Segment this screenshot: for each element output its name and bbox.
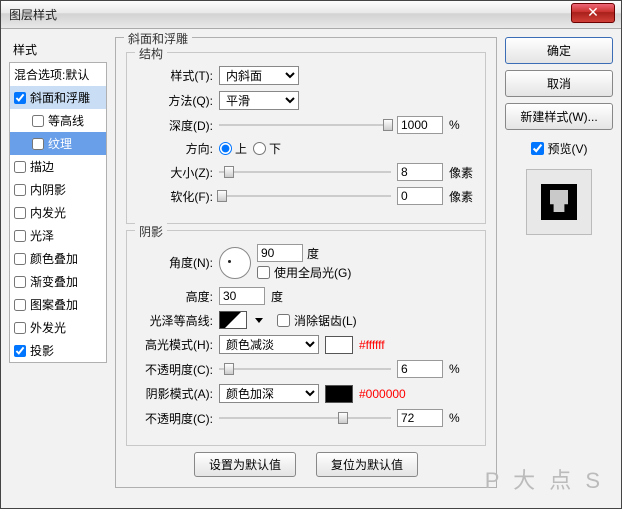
- sidebar-item-gradientoverlay[interactable]: 渐变叠加: [10, 270, 106, 293]
- check-gradientoverlay[interactable]: [14, 276, 26, 288]
- shadow-opacity-input[interactable]: [397, 409, 443, 427]
- soften-slider[interactable]: [219, 188, 391, 204]
- close-button[interactable]: ✕: [571, 3, 615, 23]
- highlight-opacity-input[interactable]: [397, 360, 443, 378]
- center-panel: 斜面和浮雕 结构 样式(T): 内斜面 方法(Q): 平滑 深度(D):: [115, 37, 497, 500]
- preview-check[interactable]: [531, 142, 544, 155]
- style-select[interactable]: 内斜面: [219, 66, 299, 85]
- size-input[interactable]: [397, 163, 443, 181]
- sidebar-header: 样式: [9, 37, 107, 62]
- shadow-color-swatch[interactable]: [325, 385, 353, 403]
- sidebar-item-contour[interactable]: 等高线: [10, 109, 106, 132]
- sidebar-item-dropshadow[interactable]: 投影: [10, 339, 106, 362]
- method-label: 方法(Q):: [135, 92, 213, 109]
- sidebar-item-stroke[interactable]: 描边: [10, 155, 106, 178]
- sidebar-item-innerglow[interactable]: 内发光: [10, 201, 106, 224]
- highlight-mode-select[interactable]: 颜色减淡: [219, 335, 319, 354]
- shading-legend: 阴影: [135, 223, 167, 240]
- sidebar-item-bevel[interactable]: 斜面和浮雕: [10, 86, 106, 109]
- altitude-label: 高度:: [135, 288, 213, 305]
- highlight-opacity-slider[interactable]: [219, 361, 391, 377]
- check-dropshadow[interactable]: [14, 345, 26, 357]
- size-slider[interactable]: [219, 164, 391, 180]
- cancel-button[interactable]: 取消: [505, 70, 613, 97]
- dialog-body: 样式 混合选项:默认 斜面和浮雕 等高线 纹理 描边 内阴影 内发光 光泽 颜色…: [1, 29, 621, 508]
- method-select[interactable]: 平滑: [219, 91, 299, 110]
- sidebar-item-patternoverlay[interactable]: 图案叠加: [10, 293, 106, 316]
- style-list: 混合选项:默认 斜面和浮雕 等高线 纹理 描边 内阴影 内发光 光泽 颜色叠加 …: [9, 62, 107, 363]
- size-label: 大小(Z):: [135, 164, 213, 181]
- angle-dial[interactable]: [219, 247, 251, 279]
- shadow-mode-select[interactable]: 颜色加深: [219, 384, 319, 403]
- depth-label: 深度(D):: [135, 117, 213, 134]
- gloss-label: 光泽等高线:: [135, 312, 213, 329]
- structure-legend: 结构: [135, 45, 167, 62]
- right-column: 确定 取消 新建样式(W)... 预览(V): [505, 37, 613, 500]
- style-label: 样式(T):: [135, 67, 213, 84]
- shading-group: 阴影 角度(N): 度 使用全局光(G) 高度:: [126, 230, 486, 446]
- ok-button[interactable]: 确定: [505, 37, 613, 64]
- highlight-opacity-label: 不透明度(C):: [135, 361, 213, 378]
- highlight-hex: #ffffff: [359, 338, 385, 352]
- shadow-opacity-label: 不透明度(C):: [135, 410, 213, 427]
- antialias-check[interactable]: [277, 314, 290, 327]
- depth-slider[interactable]: [219, 117, 391, 133]
- highlight-color-swatch[interactable]: [325, 336, 353, 354]
- gloss-contour-picker[interactable]: [219, 311, 247, 329]
- shadow-hex: #000000: [359, 387, 406, 401]
- shadow-mode-label: 阴影模式(A):: [135, 385, 213, 402]
- check-bevel[interactable]: [14, 92, 26, 104]
- sidebar-item-blend[interactable]: 混合选项:默认: [10, 63, 106, 86]
- preview-icon: [541, 184, 577, 220]
- check-stroke[interactable]: [14, 161, 26, 173]
- check-innerglow[interactable]: [14, 207, 26, 219]
- depth-input[interactable]: [397, 116, 443, 134]
- sidebar-item-coloroverlay[interactable]: 颜色叠加: [10, 247, 106, 270]
- dir-down-radio[interactable]: [253, 142, 266, 155]
- check-satin[interactable]: [14, 230, 26, 242]
- sidebar: 样式 混合选项:默认 斜面和浮雕 等高线 纹理 描边 内阴影 内发光 光泽 颜色…: [9, 37, 107, 500]
- highlight-mode-label: 高光模式(H):: [135, 336, 213, 353]
- new-style-button[interactable]: 新建样式(W)...: [505, 103, 613, 130]
- check-outerglow[interactable]: [14, 322, 26, 334]
- bevel-fieldset: 斜面和浮雕 结构 样式(T): 内斜面 方法(Q): 平滑 深度(D):: [115, 37, 497, 488]
- reset-default-button[interactable]: 复位为默认值: [316, 452, 418, 477]
- soften-input[interactable]: [397, 187, 443, 205]
- check-innershadow[interactable]: [14, 184, 26, 196]
- make-default-button[interactable]: 设置为默认值: [194, 452, 296, 477]
- sidebar-item-outerglow[interactable]: 外发光: [10, 316, 106, 339]
- check-texture[interactable]: [32, 138, 44, 150]
- structure-group: 结构 样式(T): 内斜面 方法(Q): 平滑 深度(D): %: [126, 52, 486, 224]
- altitude-input[interactable]: [219, 287, 265, 305]
- global-light-check[interactable]: [257, 266, 270, 279]
- soften-label: 软化(F):: [135, 188, 213, 205]
- angle-input[interactable]: [257, 244, 303, 262]
- sidebar-item-texture[interactable]: 纹理: [10, 132, 106, 155]
- sidebar-item-innershadow[interactable]: 内阴影: [10, 178, 106, 201]
- angle-label: 角度(N):: [135, 254, 213, 271]
- chevron-down-icon[interactable]: [255, 318, 263, 323]
- shadow-opacity-slider[interactable]: [219, 410, 391, 426]
- preview-thumbnail: [526, 169, 592, 235]
- check-patternoverlay[interactable]: [14, 299, 26, 311]
- layer-style-dialog: 图层样式 ✕ 样式 混合选项:默认 斜面和浮雕 等高线 纹理 描边 内阴影 内发…: [0, 0, 622, 509]
- check-coloroverlay[interactable]: [14, 253, 26, 265]
- dir-up-radio[interactable]: [219, 142, 232, 155]
- dir-label: 方向:: [135, 140, 213, 157]
- window-title: 图层样式: [9, 6, 57, 23]
- sidebar-item-satin[interactable]: 光泽: [10, 224, 106, 247]
- check-contour[interactable]: [32, 115, 44, 127]
- titlebar: 图层样式 ✕: [1, 1, 621, 29]
